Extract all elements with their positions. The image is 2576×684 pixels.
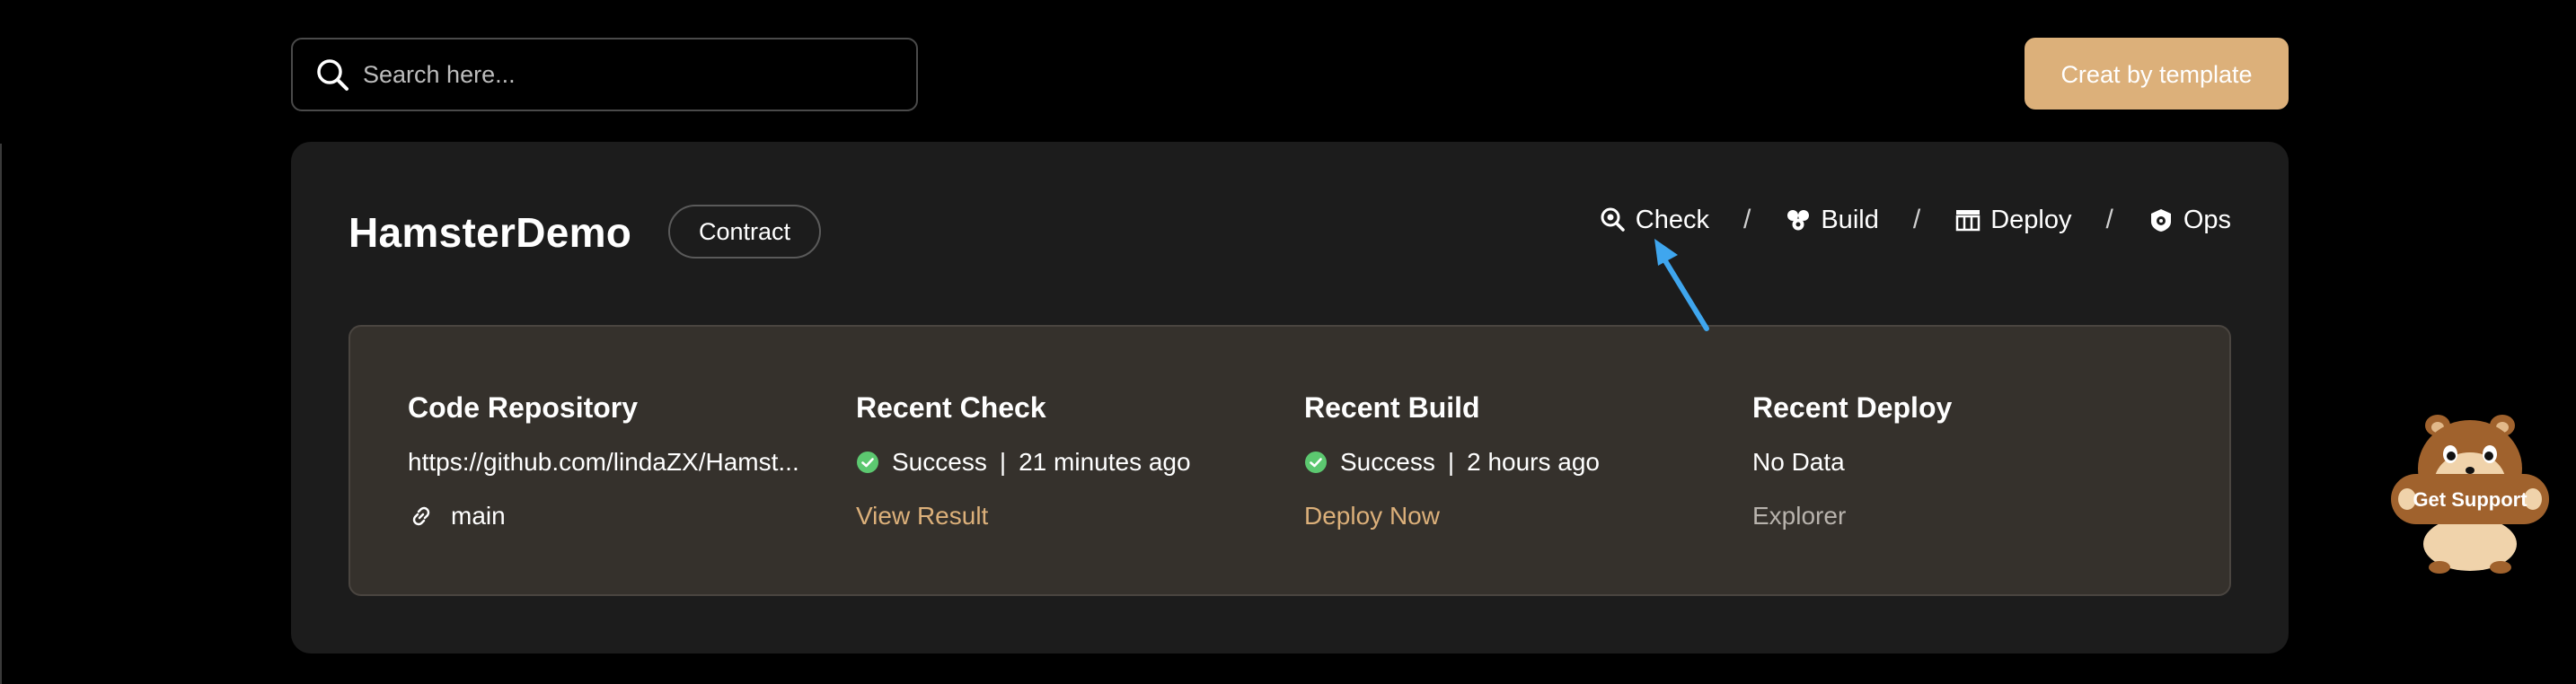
get-support-widget[interactable]: Get Support (2389, 409, 2551, 576)
section-title: Recent Check (856, 391, 1046, 424)
repo-url-link[interactable]: https://github.com/lindaZX/Hamst... (408, 448, 821, 477)
step-build-label: Build (1821, 205, 1879, 234)
step-check[interactable]: Check (1600, 206, 1709, 235)
deploy-action-row: Explorer (1752, 502, 2166, 531)
check-icon (1601, 207, 1625, 232)
build-time: 2 hours ago (1467, 448, 1600, 476)
get-support-label: Get Support (2413, 488, 2527, 511)
step-ops-label: Ops (2183, 205, 2231, 234)
section-title: Code Repository (408, 391, 639, 424)
build-action-row: Deploy Now (1304, 502, 1717, 531)
recent-check-section: Recent Check Success | 21 minutes ago Vi… (856, 391, 1269, 531)
step-separator: / (2105, 205, 2113, 234)
ops-icon (2150, 209, 2171, 232)
annotation-arrow-icon (1654, 239, 1709, 331)
window-edge (0, 144, 2, 684)
step-separator: / (1743, 205, 1751, 234)
step-ops[interactable]: Ops (2148, 206, 2231, 235)
project-type-badge: Contract (668, 205, 822, 259)
search-icon (317, 59, 348, 91)
link-icon (412, 506, 430, 526)
workflow-steps: Check / Build / Deploy / Ops (1600, 205, 2231, 235)
build-status: Success (1340, 448, 1435, 476)
step-build[interactable]: Build (1785, 206, 1879, 235)
build-icon (1787, 210, 1810, 231)
view-result-link[interactable]: View Result (856, 502, 988, 531)
deploy-now-link[interactable]: Deploy Now (1304, 502, 1440, 531)
section-title: Recent Build (1304, 391, 1480, 424)
step-check-label: Check (1635, 205, 1709, 234)
success-icon (1305, 452, 1327, 473)
section-title: Recent Deploy (1752, 391, 1953, 424)
hamster-mascot-icon: Get Support (2391, 415, 2549, 574)
branch-row: main (408, 502, 821, 531)
project-summary-panel: Code Repository https://github.com/linda… (348, 325, 2231, 596)
project-title[interactable]: HamsterDemo (348, 208, 631, 257)
step-deploy[interactable]: Deploy (1954, 206, 2071, 235)
check-status-row: Success | 21 minutes ago (856, 448, 1269, 477)
check-status: Success (892, 448, 987, 476)
step-deploy-label: Deploy (1990, 205, 2072, 234)
deploy-status-row: No Data (1752, 448, 2166, 477)
create-by-template-button[interactable]: Creat by template (2025, 38, 2289, 110)
repo-url-row: https://github.com/lindaZX/Hamst... (408, 448, 821, 477)
step-separator: / (1912, 205, 1921, 234)
code-repository-section: Code Repository https://github.com/linda… (408, 391, 821, 531)
project-card: HamsterDemo Contract Check / Build / Dep… (291, 142, 2289, 653)
build-status-row: Success | 2 hours ago (1304, 448, 1717, 477)
check-time: 21 minutes ago (1019, 448, 1191, 476)
branch-name: main (451, 502, 506, 530)
status-divider: | (1447, 448, 1455, 476)
search-input[interactable] (361, 59, 916, 90)
status-divider: | (999, 448, 1007, 476)
explorer-link[interactable]: Explorer (1752, 502, 1846, 531)
recent-build-section: Recent Build Success | 2 hours ago Deplo… (1304, 391, 1717, 531)
recent-deploy-section: Recent Deploy No Data Explorer (1752, 391, 2166, 531)
check-action-row: View Result (856, 502, 1269, 531)
deploy-status: No Data (1752, 448, 1845, 476)
search-box[interactable] (291, 38, 918, 111)
deploy-icon (1955, 210, 1981, 232)
success-icon (857, 452, 878, 473)
